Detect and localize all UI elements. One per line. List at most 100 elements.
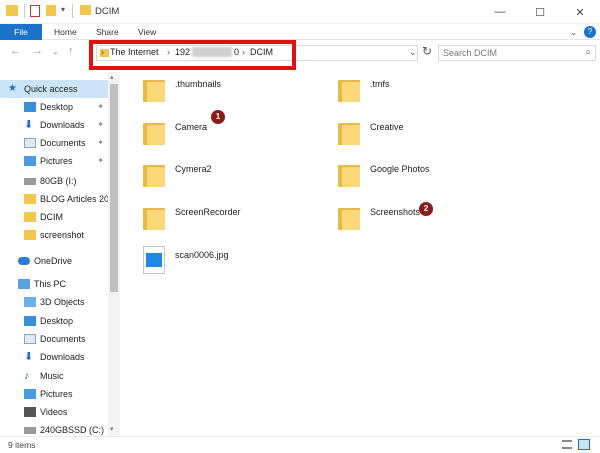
chevron-down-icon[interactable]: ⌄: [52, 47, 59, 56]
maximize-button[interactable]: ☐: [520, 0, 560, 24]
minimize-button[interactable]: —: [480, 0, 520, 24]
folder-name: Google Photos: [370, 164, 430, 174]
sidebar-item-label: This PC: [34, 279, 67, 289]
tab-file[interactable]: File: [0, 24, 42, 40]
folder-icon: [143, 161, 165, 187]
tab-home[interactable]: Home: [54, 24, 77, 40]
back-arrow-icon[interactable]: ←: [10, 45, 21, 57]
folder-item[interactable]: Cymera2: [143, 157, 212, 191]
folder-item[interactable]: Creative: [338, 115, 404, 149]
chevron-down-icon[interactable]: ⌄: [570, 24, 577, 40]
cloud-icon: [18, 257, 30, 265]
folder-icon: [143, 76, 165, 102]
sidebar-item-label: BLOG Articles 20: [40, 194, 108, 204]
sidebar-item-label: Desktop: [40, 316, 74, 326]
folder-item[interactable]: Google Photos: [338, 157, 430, 191]
sidebar-item-downloads[interactable]: ⬇ Downloads ✦: [0, 116, 108, 134]
search-icon[interactable]: ⌕: [585, 47, 591, 58]
pin-icon[interactable]: ✦: [97, 120, 104, 129]
properties-icon[interactable]: [30, 5, 40, 17]
sidebar-item-label: Music: [40, 371, 64, 381]
item-count: 9 items: [8, 440, 36, 450]
sidebar-scrollbar-thumb[interactable]: [110, 84, 118, 292]
sidebar-item-videos[interactable]: Videos: [0, 403, 108, 421]
chevron-down-icon[interactable]: ⌄: [409, 47, 417, 58]
chevron-right-icon[interactable]: ›: [167, 47, 170, 57]
folder-name: Screenshots: [370, 207, 421, 217]
chevron-right-icon[interactable]: ›: [101, 47, 104, 57]
sidebar-item-music[interactable]: ♪ Music: [0, 367, 108, 385]
search-input[interactable]: Search DCIM ⌕: [438, 45, 596, 61]
sidebar-item-pictures[interactable]: Pictures ✦: [0, 152, 108, 170]
tab-view[interactable]: View: [138, 24, 156, 40]
file-item[interactable]: scan0006.jpg: [143, 243, 229, 277]
desktop-icon: [24, 102, 36, 112]
sidebar-item-desktop-pc[interactable]: Desktop: [0, 312, 108, 330]
pin-icon[interactable]: ✦: [97, 102, 104, 111]
sidebar-item-desktop[interactable]: Desktop ✦: [0, 98, 108, 116]
close-button[interactable]: ✕: [560, 0, 600, 24]
drive-icon: [24, 177, 36, 185]
scroll-down-icon[interactable]: ▾: [110, 425, 114, 433]
sidebar-item-documents-pc[interactable]: Documents: [0, 330, 108, 348]
desktop-icon: [24, 316, 36, 326]
divider: [72, 4, 73, 18]
step-badge: 1: [211, 110, 225, 124]
sidebar-item-onedrive[interactable]: OneDrive: [0, 252, 108, 270]
breadcrumb-item[interactable]: 192: [175, 47, 190, 57]
breadcrumb-item[interactable]: DCIM: [250, 47, 273, 57]
computer-icon: [18, 279, 30, 289]
search-placeholder: Search DCIM: [443, 48, 498, 58]
sidebar-item-quick-access[interactable]: ★ Quick access: [0, 80, 108, 98]
breadcrumb-item[interactable]: 0: [234, 47, 239, 57]
chevron-right-icon[interactable]: ›: [242, 47, 245, 57]
sidebar-item-drive-c[interactable]: 240GBSSD (C:): [0, 421, 108, 436]
pin-icon[interactable]: ✦: [97, 138, 104, 147]
ribbon-tabs: File Home Share View ⌄ ?: [0, 24, 600, 40]
video-icon: [24, 407, 36, 417]
folder-item[interactable]: .thumbnails: [143, 72, 221, 106]
folder-item[interactable]: Screenshots: [338, 200, 420, 234]
sidebar-item-label: Documents: [40, 138, 86, 148]
folder-name: Camera: [175, 122, 208, 132]
up-arrow-icon[interactable]: ↑: [68, 45, 74, 57]
folder-icon: [6, 5, 18, 16]
sidebar-item-dcim[interactable]: DCIM: [0, 208, 108, 226]
sidebar-item-this-pc[interactable]: This PC: [0, 275, 108, 293]
drive-icon: [24, 426, 36, 434]
scroll-up-icon[interactable]: ▴: [110, 73, 114, 81]
sidebar-item-blog-articles[interactable]: BLOG Articles 20: [0, 190, 108, 208]
new-folder-icon[interactable]: [46, 5, 56, 16]
sidebar-item-documents[interactable]: Documents ✦: [0, 134, 108, 152]
sidebar-item-screenshot[interactable]: screenshot: [0, 226, 108, 244]
forward-arrow-icon[interactable]: →: [32, 45, 43, 57]
folder-icon: [24, 194, 36, 204]
sidebar-item-downloads-pc[interactable]: ⬇ Downloads: [0, 348, 108, 366]
sidebar-item-pictures-pc[interactable]: Pictures: [0, 385, 108, 403]
divider: [24, 4, 25, 18]
step-badge: 2: [419, 202, 433, 216]
chevron-down-icon[interactable]: ▾: [61, 5, 65, 14]
folder-item[interactable]: .tmfs: [338, 72, 390, 106]
folder-item[interactable]: ScreenRecorder: [143, 200, 241, 234]
folder-icon: [338, 76, 360, 102]
help-icon[interactable]: ?: [584, 26, 596, 38]
breadcrumb-item[interactable]: The Internet: [110, 47, 159, 57]
pictures-icon: [24, 156, 36, 166]
title-bar: ▾ DCIM — ☐ ✕: [0, 0, 600, 24]
sidebar-item-label: 80GB (I:): [40, 176, 77, 186]
folder-icon: [338, 161, 360, 187]
pin-icon[interactable]: ✦: [97, 156, 104, 165]
sidebar-item-drive-i[interactable]: 80GB (I:): [0, 172, 108, 190]
download-icon: ⬇: [24, 119, 34, 131]
folder-item[interactable]: Camera: [143, 115, 207, 149]
sidebar-item-3d-objects[interactable]: 3D Objects: [0, 293, 108, 311]
folder-icon: [80, 5, 91, 15]
folder-icon: [143, 204, 165, 230]
tab-share[interactable]: Share: [96, 24, 119, 40]
refresh-icon[interactable]: ↻: [422, 44, 432, 58]
details-view-icon[interactable]: [562, 440, 572, 449]
sidebar-item-label: Downloads: [40, 120, 85, 130]
large-icons-view-icon[interactable]: [578, 439, 590, 450]
folder-icon: [143, 119, 165, 145]
